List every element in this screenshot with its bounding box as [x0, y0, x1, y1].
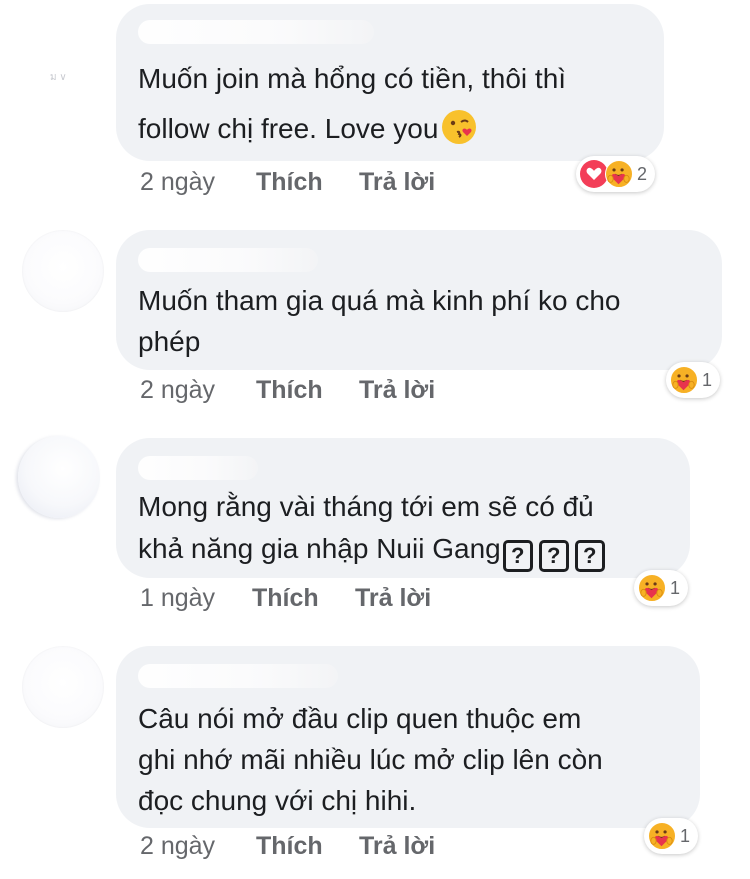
care-icon [605, 160, 633, 188]
reply-button[interactable]: Trả lời [359, 168, 435, 197]
comment-time[interactable]: 2 ngày [140, 376, 215, 405]
author-name[interactable] [138, 248, 318, 272]
care-icon [670, 366, 698, 394]
like-button[interactable]: Thích [256, 376, 323, 405]
comment-bubble[interactable]: Câu nói mở đầu clip quen thuộc em ghi nh… [116, 646, 700, 828]
reaction-count: 1 [702, 369, 713, 390]
like-button[interactable]: Thích [252, 584, 319, 613]
comment-time[interactable]: 2 ngày [140, 168, 215, 197]
comment-text-line: đọc chung với chị hihi. [138, 785, 417, 816]
author-name[interactable] [138, 20, 374, 44]
comment-bubble[interactable]: Muốn join mà hổng có tiền, thôi thì foll… [116, 4, 664, 161]
reaction-count: 2 [637, 163, 648, 184]
heart-icon [580, 160, 608, 188]
comment-text-line: follow chị free. Love you [138, 108, 477, 149]
missing-glyph-box: ? [574, 540, 605, 572]
avatar[interactable] [22, 230, 104, 312]
comment-text-line: khả năng gia nhập Nuii Gang??? [138, 528, 605, 572]
comment-time[interactable]: 1 ngày [140, 584, 215, 613]
reply-button[interactable]: Trả lời [359, 376, 435, 405]
comment-text-line: Muốn tham gia quá mà kinh phí ko cho [138, 285, 621, 316]
avatar[interactable] [18, 436, 100, 518]
comment-time[interactable]: 2 ngày [140, 832, 215, 861]
comment-bubble[interactable]: Mong rằng vài tháng tới em sẽ có đủ khả … [116, 438, 690, 578]
comment-text-line-2: khả năng gia nhập Nuii Gang [138, 533, 501, 564]
comment-bubble[interactable]: Muốn tham gia quá mà kinh phí ko cho phé… [116, 230, 722, 370]
like-button[interactable]: Thích [256, 832, 323, 861]
comment-text-line: ghi nhớ mãi nhiều lúc mở clip lên còn [138, 744, 603, 775]
care-icon [648, 822, 676, 850]
reaction-summary[interactable]: 1 [644, 818, 699, 854]
missing-glyph-box: ? [538, 540, 569, 572]
reaction-summary[interactable]: 1 [666, 362, 721, 398]
avatar-mark: ม ∨ [50, 72, 67, 83]
comment-text-line-2: follow chị free. Love you [138, 113, 439, 144]
kissing-heart-icon [442, 110, 477, 144]
missing-glyph-box: ? [502, 540, 533, 572]
avatar[interactable] [22, 28, 104, 110]
comment-text-line: phép [138, 326, 201, 357]
comment-text-line: Muốn join mà hổng có tiền, thôi thì [138, 63, 567, 94]
reaction-count: 1 [680, 825, 691, 846]
reply-button[interactable]: Trả lời [355, 584, 431, 613]
comment-text-line: Câu nói mở đầu clip quen thuộc em [138, 703, 582, 734]
avatar[interactable] [22, 646, 104, 728]
author-name[interactable] [138, 456, 258, 480]
like-button[interactable]: Thích [256, 168, 323, 197]
author-name[interactable] [138, 664, 338, 688]
care-icon [638, 574, 666, 602]
comment-text-line: Mong rằng vài tháng tới em sẽ có đủ [138, 491, 594, 522]
reply-button[interactable]: Trả lời [359, 832, 435, 861]
reaction-count: 1 [670, 577, 681, 598]
reaction-summary[interactable]: 2 [576, 156, 656, 192]
reaction-summary[interactable]: 1 [634, 570, 689, 606]
